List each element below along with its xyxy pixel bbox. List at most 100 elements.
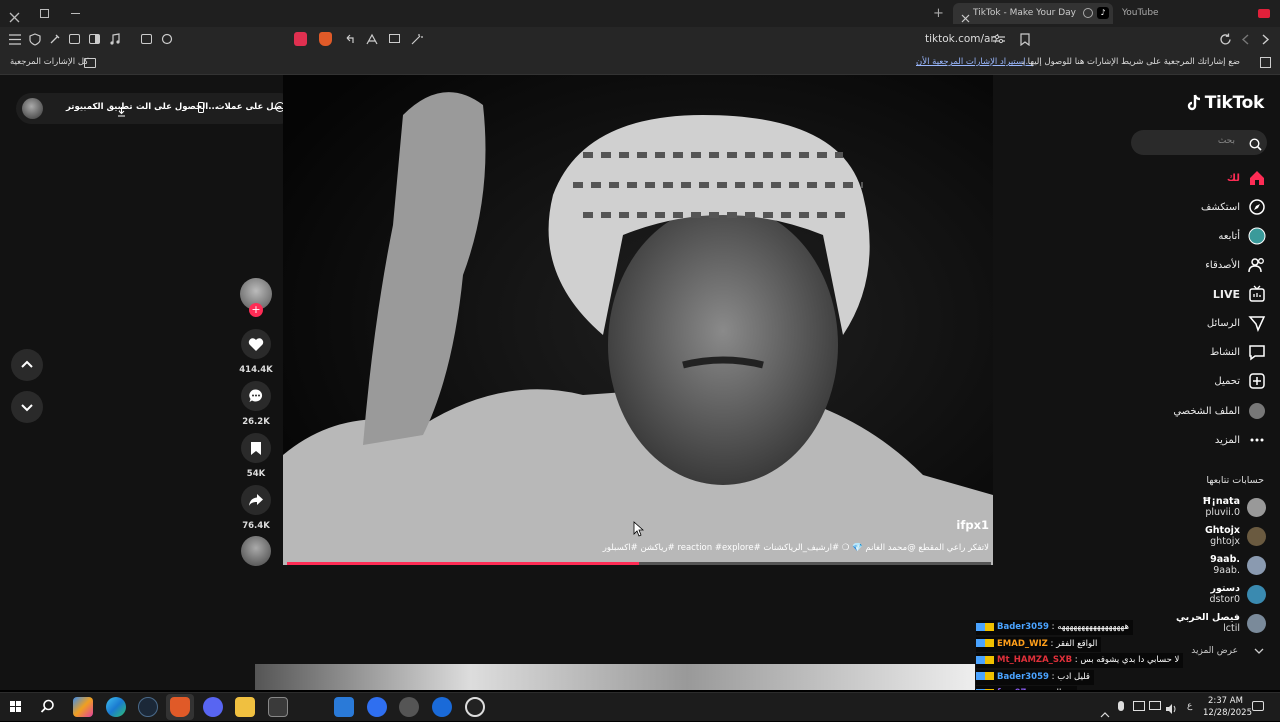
nav-item-7[interactable]: تحميل <box>1214 370 1266 392</box>
music-icon[interactable] <box>109 33 121 45</box>
see-more-button[interactable]: عرض المزيد <box>1191 646 1264 656</box>
clock-time[interactable]: 2:37 AM <box>1208 696 1243 706</box>
sidebar-icon[interactable] <box>89 34 100 44</box>
volume-icon[interactable] <box>1165 700 1177 719</box>
brave-rewards-icon[interactable] <box>294 32 307 46</box>
address-bar-url[interactable]: tiktok.com/ar/ <box>925 33 998 45</box>
follow-button[interactable]: + <box>249 303 263 317</box>
chat-text: سؤال زيقه <box>1035 688 1073 690</box>
tab-tiktok[interactable]: TikTok - Make Your Day ♪ <box>953 3 1113 24</box>
following-account[interactable]: فيصل الحربي lctil <box>1176 612 1266 634</box>
bookmarks-folder-label[interactable]: كل الإشارات المرجعية <box>10 57 88 67</box>
tools-icon[interactable] <box>49 33 61 45</box>
tray-chevron-icon[interactable] <box>1100 703 1110 722</box>
following-account[interactable]: Ħ¡nata pluvii.0 <box>1202 496 1266 518</box>
notifications-icon[interactable] <box>1252 701 1264 711</box>
video-caption: لاتفكر راعي المقطع @محمد الغانم 💎 ❍ #ارش… <box>602 543 989 553</box>
app-dark-icon[interactable] <box>399 697 419 717</box>
tiktok-favicon-icon: ♪ <box>1097 7 1109 19</box>
nav-item-5[interactable]: الرسائل <box>1207 312 1266 334</box>
network-icon[interactable] <box>1133 701 1145 711</box>
video-progress-track[interactable] <box>287 562 991 565</box>
chevron-down-icon <box>1254 648 1264 654</box>
nav-item-0[interactable]: لك <box>1227 167 1266 189</box>
account-handle: lctil <box>1223 623 1240 634</box>
close-tab-icon[interactable] <box>961 8 970 27</box>
steam-icon[interactable] <box>138 697 158 717</box>
save-action[interactable]: 54K <box>240 433 272 479</box>
file-explorer-icon[interactable] <box>235 697 255 717</box>
app-play-icon[interactable] <box>432 697 452 717</box>
account-handle: dstor0 <box>1209 594 1240 605</box>
clock-date[interactable]: 12/28/2025 <box>1203 708 1252 718</box>
translate-icon[interactable] <box>366 33 378 45</box>
tiktok-page: تطبيق الكمبيوتر الحصول على الت... احصل ع… <box>0 75 1280 690</box>
edge-icon[interactable] <box>106 697 126 717</box>
tab-youtube[interactable]: YouTube <box>1115 3 1275 24</box>
mail-icon[interactable] <box>334 697 354 717</box>
search-box[interactable]: بحث <box>1131 130 1267 155</box>
windows-taskbar: ع 2:37 AM 12/28/2025 <box>0 692 1280 721</box>
nav-item-8[interactable]: الملف الشخصي <box>1173 400 1266 422</box>
minimize-window-icon[interactable] <box>71 13 80 14</box>
nav-item-9[interactable]: المزيد <box>1215 429 1266 451</box>
search-icon[interactable] <box>40 699 55 718</box>
nav-item-6[interactable]: النشاط <box>1210 341 1266 363</box>
user-avatar[interactable] <box>22 98 43 119</box>
video-author[interactable]: ifpx1 <box>956 518 989 532</box>
back-arrow-icon[interactable] <box>344 33 356 45</box>
restore-window-icon[interactable] <box>40 9 49 18</box>
app-blue-icon[interactable] <box>367 697 387 717</box>
tabs-icon[interactable] <box>69 34 80 44</box>
chat-badge-icon <box>976 639 994 648</box>
start-windows-icon[interactable] <box>10 701 21 712</box>
display-icon[interactable] <box>1149 701 1161 710</box>
next-video-button[interactable] <box>11 391 43 423</box>
close-window-icon[interactable] <box>9 8 20 23</box>
tab-audio-icon[interactable] <box>1083 8 1093 18</box>
obs-icon[interactable] <box>465 697 485 717</box>
nav-item-2[interactable]: أتابعه <box>1218 225 1266 247</box>
new-tab-button[interactable]: + <box>933 6 944 21</box>
video-player[interactable]: ifpx1 لاتفكر راعي المقطع @محمد الغانم 💎 … <box>283 75 993 565</box>
tiktok-note-icon <box>1187 94 1200 111</box>
reader-icon[interactable] <box>389 34 400 43</box>
following-account[interactable]: 9aab. 9aab. <box>1210 554 1266 576</box>
like-action[interactable]: 414.4K <box>239 329 273 375</box>
share-action[interactable]: 76.4K <box>240 485 272 531</box>
following-account[interactable]: دستور dstor0 <box>1210 583 1266 605</box>
apps-grid-icon[interactable] <box>1260 57 1271 68</box>
following-account[interactable]: Ghtojx ghtojx <box>1205 525 1266 547</box>
nav-item-4[interactable]: LIVE <box>1213 283 1266 305</box>
menu-icon[interactable] <box>9 34 21 45</box>
account-name: 9aab. <box>1210 554 1240 565</box>
forward-icon[interactable] <box>1241 33 1250 46</box>
bookmarks-import-link[interactable]: إستيراد الإشارات المرجعية الأن... <box>916 57 1034 67</box>
chat-text: الواقع الفقر <box>1056 638 1098 649</box>
brave-icon[interactable] <box>170 697 190 717</box>
bookmarks-bar: كل الإشارات المرجعية إستيراد الإشارات ال… <box>0 53 1280 75</box>
keyboard-layout-icon[interactable]: ع <box>1187 701 1192 711</box>
tiktok-logo[interactable]: TikTok <box>1186 93 1264 113</box>
reload-icon[interactable] <box>1219 33 1232 46</box>
previous-video-button[interactable] <box>11 349 43 381</box>
store-icon[interactable] <box>268 697 288 717</box>
bookmark-icon[interactable] <box>1020 33 1030 46</box>
discord-icon[interactable] <box>203 697 223 717</box>
brave-shields-icon[interactable] <box>319 32 332 46</box>
nav-item-label: استكشف <box>1201 201 1240 213</box>
search-icon[interactable] <box>1249 136 1262 155</box>
music-disc-avatar[interactable] <box>241 536 271 566</box>
comment-action[interactable]: 26.2K <box>240 381 272 427</box>
get-app-button[interactable]: الحصول على الت... <box>136 102 218 112</box>
copilot-icon[interactable] <box>73 697 93 717</box>
screenshot-icon[interactable] <box>141 34 152 44</box>
nav-item-1[interactable]: استكشف <box>1201 196 1266 218</box>
back-icon[interactable] <box>1261 33 1270 46</box>
shield-icon[interactable] <box>29 33 41 46</box>
nav-item-3[interactable]: الأصدقاء <box>1205 254 1266 276</box>
site-settings-icon[interactable] <box>993 34 1005 44</box>
extensions-icon[interactable] <box>161 33 173 45</box>
microphone-icon[interactable] <box>1118 701 1124 711</box>
wand-icon[interactable] <box>411 33 423 45</box>
